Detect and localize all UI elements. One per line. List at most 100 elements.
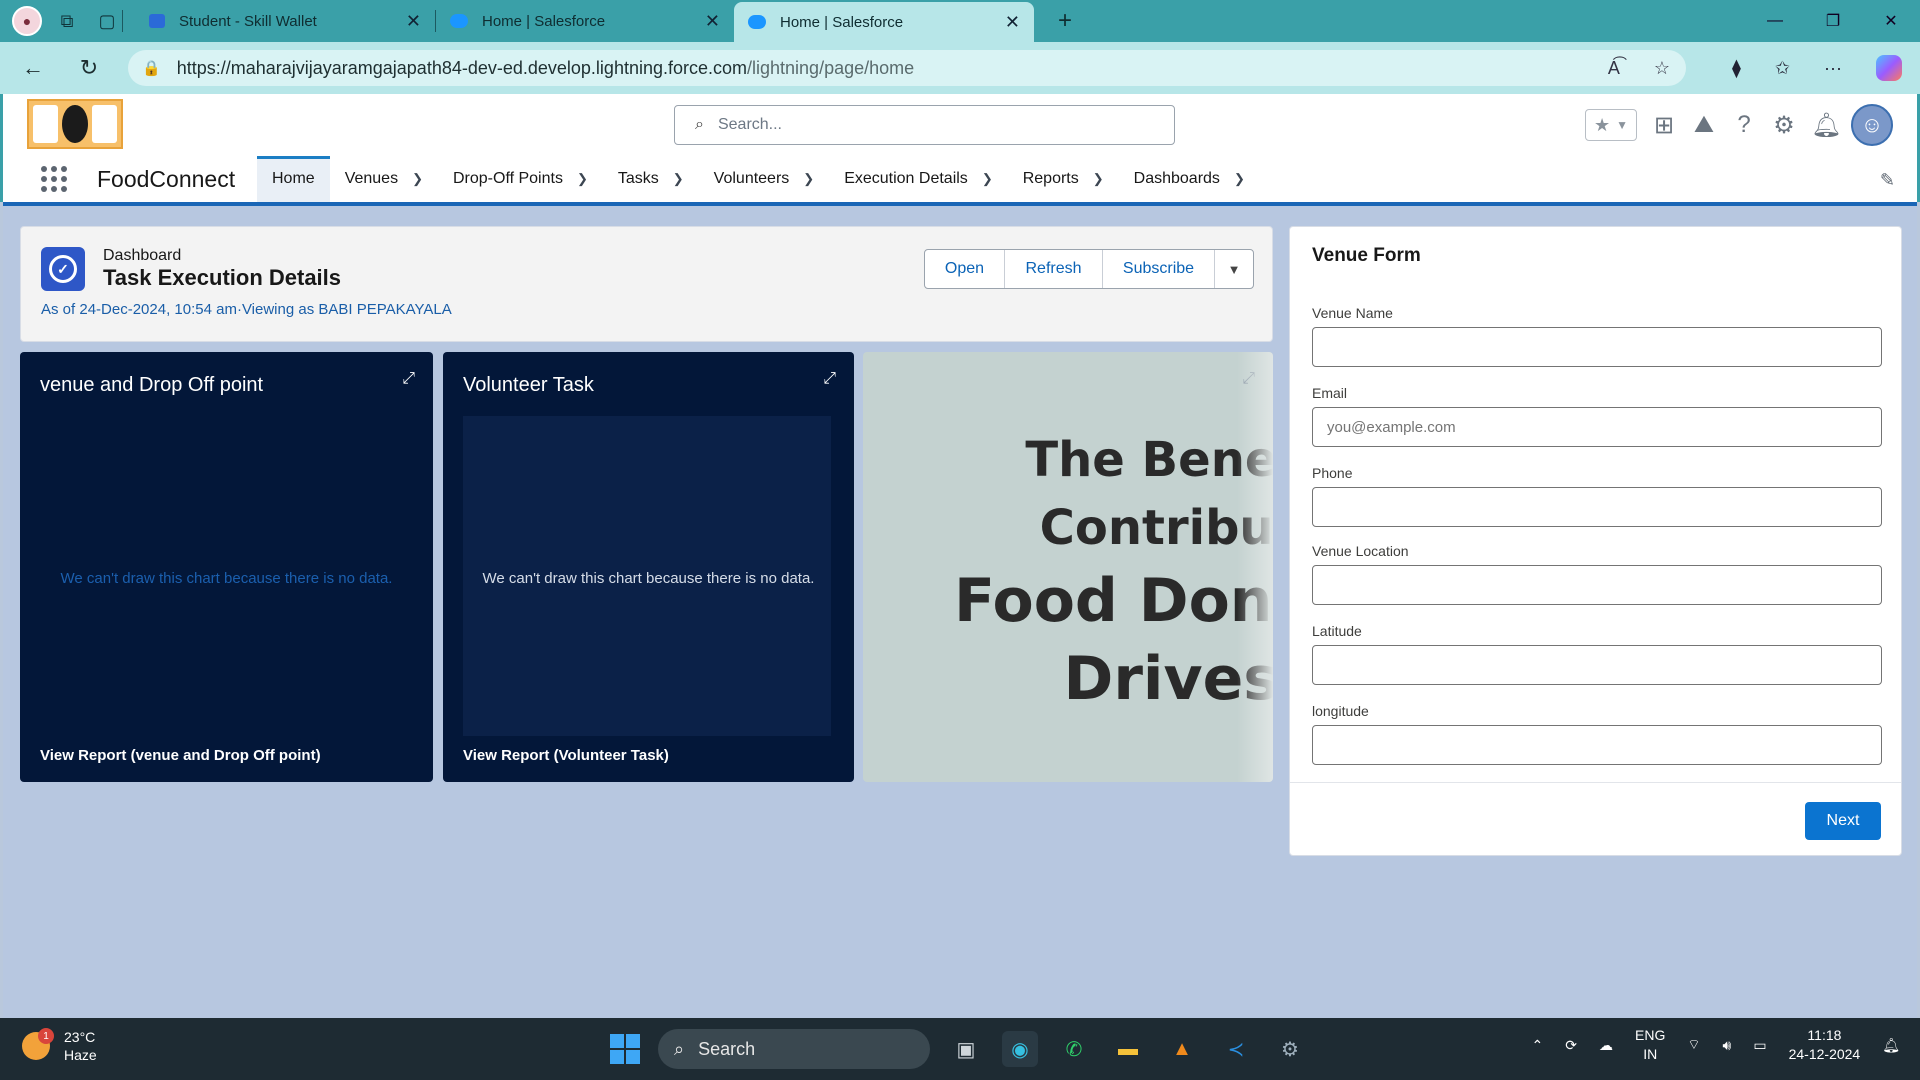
chevron-down-icon[interactable]: ❯ xyxy=(982,171,993,187)
expand-icon[interactable]: ⤢ xyxy=(823,370,836,388)
form-footer-divider xyxy=(1290,782,1901,783)
back-arrow-icon[interactable]: ← xyxy=(16,51,50,85)
favorite-star-icon[interactable]: ☆ xyxy=(1654,58,1670,79)
view-report-link[interactable]: View Report (Volunteer Task) xyxy=(463,747,669,764)
nav-item-reports[interactable]: Reports ❯ xyxy=(1008,156,1119,202)
email-input[interactable]: you@example.com xyxy=(1312,407,1882,447)
sync-icon[interactable]: ⟳ xyxy=(1565,1037,1577,1054)
image-text-line: Food Dona xyxy=(953,566,1273,636)
notification-bell-icon[interactable]: 🔔︎ xyxy=(1882,1037,1900,1054)
read-aloud-icon[interactable]: A͡ xyxy=(1608,58,1620,79)
volume-icon[interactable]: 🔊︎ xyxy=(1723,1037,1732,1054)
weather-temp: 23°C xyxy=(64,1029,96,1045)
phone-field: Phone xyxy=(1312,465,1882,527)
copilot-icon[interactable] xyxy=(1876,55,1902,81)
whatsapp-icon[interactable]: ✆ xyxy=(1056,1031,1092,1067)
profile-avatar[interactable]: ● xyxy=(12,6,42,36)
dashboard-menu-chevron-icon[interactable]: ▼ xyxy=(1215,250,1253,288)
reload-icon[interactable]: ↻ xyxy=(72,51,106,85)
windows-start-icon[interactable] xyxy=(610,1034,640,1064)
nav-item-volunteers[interactable]: Volunteers ❯ xyxy=(699,156,830,202)
venue-name-input[interactable] xyxy=(1312,327,1882,367)
edit-nav-pencil-icon[interactable]: ✎ xyxy=(1880,170,1895,191)
nav-item-execution-details[interactable]: Execution Details ❯ xyxy=(829,156,1008,202)
close-tab-icon[interactable]: ✕ xyxy=(1005,12,1020,33)
help-icon[interactable]: ? xyxy=(1731,111,1757,139)
close-tab-icon[interactable]: ✕ xyxy=(406,11,421,32)
favorites-button[interactable]: ★ ▼ xyxy=(1585,109,1637,141)
nav-label: Execution Details xyxy=(844,170,968,187)
nav-item-drop-off-points[interactable]: Drop-Off Points ❯ xyxy=(438,156,603,202)
expand-icon[interactable]: ⤢ xyxy=(402,370,415,388)
chevron-down-icon[interactable]: ❯ xyxy=(412,171,423,187)
open-button[interactable]: Open xyxy=(925,250,1005,288)
chevron-down-icon[interactable]: ❯ xyxy=(1234,171,1245,187)
dashboard-eyebrow: Dashboard xyxy=(103,247,182,264)
chevron-down-icon[interactable]: ❯ xyxy=(673,171,684,187)
longitude-input[interactable] xyxy=(1312,725,1882,765)
chevron-down-icon[interactable]: ❯ xyxy=(1093,171,1104,187)
network-status-icon[interactable]: ☁ xyxy=(1599,1037,1613,1054)
file-explorer-icon[interactable]: ▬ xyxy=(1110,1031,1146,1067)
settings-gear-icon[interactable]: ⚙ xyxy=(1272,1031,1308,1067)
nav-label: Drop-Off Points xyxy=(452,170,563,187)
more-menu-icon[interactable]: ··· xyxy=(1824,58,1842,79)
url-field[interactable]: 🔒 https://maharajvijayaramgajapath84-dev… xyxy=(128,50,1686,86)
new-tab-icon[interactable]: + xyxy=(1058,7,1072,35)
subscribe-button[interactable]: Subscribe xyxy=(1103,250,1215,288)
phone-input[interactable] xyxy=(1312,487,1882,527)
global-create-icon[interactable]: ⊞ xyxy=(1651,111,1677,140)
nav-item-dashboards[interactable]: Dashboards ❯ xyxy=(1119,156,1260,202)
app-launcher-icon[interactable] xyxy=(41,166,67,192)
field-label: Phone xyxy=(1312,465,1353,481)
taskbar-search[interactable]: ⌕ Search xyxy=(658,1029,930,1069)
clock[interactable]: 11:18 24-12-2024 xyxy=(1789,1026,1861,1064)
close-window-icon[interactable]: ✕ xyxy=(1862,0,1920,42)
nav-item-home[interactable]: Home xyxy=(257,156,330,202)
nav-item-venues[interactable]: Venues ❯ xyxy=(330,156,438,202)
trailhead-icon[interactable]: ⛰ xyxy=(1691,111,1717,139)
salesforce-cloud-icon xyxy=(748,15,766,29)
battery-icon[interactable]: ▭ xyxy=(1753,1037,1766,1054)
field-label: Venue Location xyxy=(1312,543,1409,559)
close-tab-icon[interactable]: ✕ xyxy=(705,11,720,32)
workspaces-icon[interactable]: ⧉ xyxy=(52,6,82,36)
org-logo[interactable] xyxy=(27,99,123,149)
global-search-input[interactable]: ⌕ Search... xyxy=(674,105,1175,145)
wifi-icon[interactable]: ⌔ xyxy=(1687,1036,1700,1054)
app-name: FoodConnect xyxy=(97,165,236,192)
browser-tab-salesforce-1[interactable]: Home | Salesforce ✕ xyxy=(436,0,734,42)
tab-actions-icon[interactable]: ▢ xyxy=(92,6,122,36)
nav-item-tasks[interactable]: Tasks ❯ xyxy=(603,156,699,202)
vscode-icon[interactable]: ≺ xyxy=(1218,1031,1254,1067)
refresh-button[interactable]: Refresh xyxy=(1005,250,1103,288)
browser-tab-salesforce-active[interactable]: Home | Salesforce ✕ xyxy=(734,2,1034,42)
dashboard-icon: ✓ xyxy=(41,247,85,291)
chevron-up-icon[interactable]: ⌃ xyxy=(1532,1037,1544,1054)
weather-widget[interactable]: 1 23°C Haze xyxy=(22,1028,97,1064)
address-bar-row: ← ↻ 🔒 https://maharajvijayaramgajapath84… xyxy=(0,42,1920,94)
chevron-down-icon[interactable]: ❯ xyxy=(803,171,814,187)
venue-location-input[interactable] xyxy=(1312,565,1882,605)
minimize-icon[interactable]: — xyxy=(1746,0,1804,42)
user-avatar[interactable]: ☺ xyxy=(1851,104,1893,146)
notifications-bell-icon[interactable]: 🔔︎ xyxy=(1811,111,1841,140)
chevron-down-icon: ▼ xyxy=(1616,118,1629,132)
chevron-down-icon[interactable]: ❯ xyxy=(577,171,588,187)
vlc-icon[interactable]: ▲ xyxy=(1164,1031,1200,1067)
next-button[interactable]: Next xyxy=(1805,802,1881,840)
view-report-link[interactable]: View Report (venue and Drop Off point) xyxy=(40,747,321,764)
search-icon: ⌕ xyxy=(674,1038,685,1059)
language-indicator[interactable]: ENG IN xyxy=(1635,1026,1665,1064)
file-viewer-icon[interactable]: ▣ xyxy=(948,1031,984,1067)
latitude-input[interactable] xyxy=(1312,645,1882,685)
restore-icon[interactable]: ❐ xyxy=(1804,0,1862,42)
lang-bottom: IN xyxy=(1643,1046,1658,1062)
edge-browser-icon[interactable]: ◉ xyxy=(1002,1031,1038,1067)
setup-gear-icon[interactable]: ⚙ xyxy=(1771,111,1797,140)
browser-tab-skill-wallet[interactable]: Student - Skill Wallet ✕ xyxy=(135,0,435,42)
favorites-icon[interactable]: ✩ xyxy=(1775,58,1790,79)
system-tray: ⌃ ⟳ ☁ ENG IN ⌔ 🔊︎ ▭ 11:18 24-12-2024 🔔︎ xyxy=(1532,1026,1900,1064)
extensions-icon[interactable]: ⧫ xyxy=(1732,58,1741,79)
clock-date: 24-12-2024 xyxy=(1788,1046,1861,1062)
